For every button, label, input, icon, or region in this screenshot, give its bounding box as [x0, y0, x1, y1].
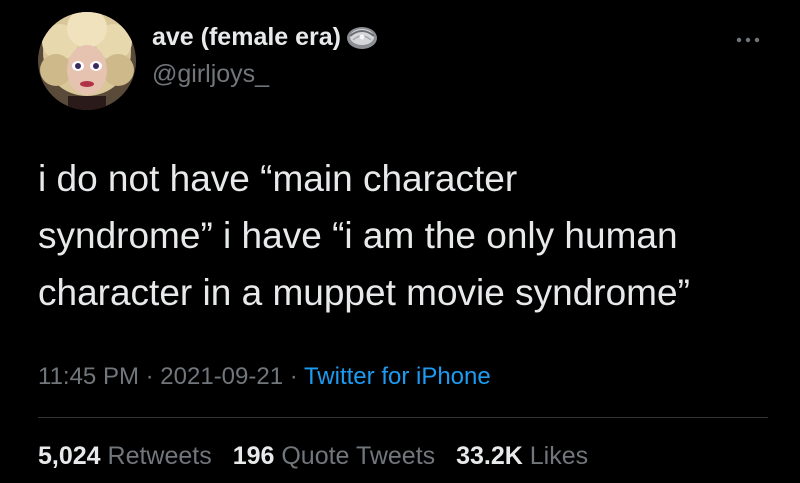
tweet-meta: 11:45 PM · 2021-09-21 · Twitter for iPho… — [38, 362, 491, 392]
tweet-source-link[interactable]: Twitter for iPhone — [304, 363, 491, 390]
display-name[interactable]: ave (female era) — [152, 22, 341, 52]
tweet-date[interactable]: 2021-09-21 — [160, 363, 283, 390]
avatar[interactable] — [38, 12, 136, 110]
tweet-stats: 5,024 Retweets 196 Quote Tweets 33.2K Li… — [38, 441, 602, 471]
more-dots-icon — [736, 37, 760, 43]
author-name-row[interactable]: ave (female era) — [152, 22, 379, 52]
meta-separator: · — [289, 363, 298, 390]
tweet-card: ave (female era) @girljoys_ i do not hav… — [0, 0, 800, 483]
quote-tweets-count: 196 — [232, 442, 275, 470]
meta-separator: · — [145, 363, 154, 390]
likes-stat[interactable]: 33.2K Likes — [456, 442, 588, 470]
author-handle[interactable]: @girljoys_ — [152, 59, 269, 89]
quote-tweets-label: Quote Tweets — [281, 442, 436, 470]
oyster-icon — [345, 22, 379, 52]
quote-tweets-stat[interactable]: 196 Quote Tweets — [233, 442, 435, 470]
tweet-text-line: character in a muppet movie syndrome” — [38, 272, 690, 313]
tweet-text-line: syndrome” i have “i am the only human — [38, 215, 678, 256]
likes-count: 33.2K — [456, 442, 523, 470]
tweet-text: i do not have “main character syndrome” … — [38, 150, 778, 321]
tweet-text-line: i do not have “main character — [38, 158, 518, 199]
retweets-stat[interactable]: 5,024 Retweets — [38, 442, 212, 470]
tweet-time[interactable]: 11:45 PM — [38, 363, 139, 390]
likes-label: Likes — [529, 442, 589, 470]
retweets-label: Retweets — [107, 442, 212, 470]
divider — [38, 417, 768, 418]
retweets-count: 5,024 — [38, 442, 101, 470]
avatar-image — [38, 12, 136, 110]
more-options-button[interactable] — [730, 32, 766, 48]
